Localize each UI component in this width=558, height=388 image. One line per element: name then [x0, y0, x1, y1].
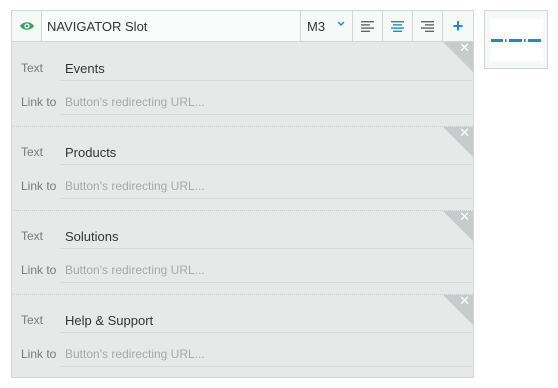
text-field-underline — [60, 332, 472, 333]
align-left-button[interactable] — [353, 11, 383, 41]
visibility-toggle[interactable] — [12, 11, 42, 41]
align-right-button[interactable] — [413, 11, 443, 41]
text-field-label: Text — [21, 61, 44, 75]
align-right-icon — [421, 20, 434, 32]
text-field[interactable]: Help & Support — [65, 313, 153, 328]
text-field[interactable]: Events — [65, 61, 105, 76]
text-field-underline — [60, 80, 472, 81]
nav-item: ✕ Text Products Link to Button's redirec… — [12, 126, 473, 210]
align-center-icon — [391, 20, 404, 32]
link-field-underline — [60, 366, 472, 367]
nav-item: ✕ Text Events Link to Button's redirecti… — [12, 42, 473, 126]
size-select-value: M3 — [307, 18, 326, 34]
align-center-button[interactable] — [383, 11, 413, 41]
link-field-underline — [60, 114, 472, 115]
close-icon[interactable]: ✕ — [459, 295, 470, 309]
link-field-underline — [60, 198, 472, 199]
close-icon[interactable]: ✕ — [459, 42, 470, 56]
link-field[interactable]: Button's redirecting URL... — [65, 263, 205, 277]
text-field-underline — [60, 164, 472, 165]
link-field-label: Link to — [21, 347, 57, 361]
text-field-label: Text — [21, 313, 44, 327]
navigator-slot-panel: NAVIGATOR Slot M3 + ✕ Text Events Link t… — [11, 10, 474, 378]
nav-item: ✕ Text Help & Support Link to Button's r… — [12, 294, 473, 378]
close-icon[interactable]: ✕ — [459, 127, 470, 141]
preview-canvas — [490, 19, 543, 61]
eye-icon — [19, 22, 34, 30]
add-item-button[interactable]: + — [443, 11, 473, 41]
close-icon[interactable]: ✕ — [459, 211, 470, 225]
link-field[interactable]: Button's redirecting URL... — [65, 179, 205, 193]
nav-item: ✕ Text Solutions Link to Button's redire… — [12, 210, 473, 294]
navigator-preview-thumbnail[interactable] — [484, 10, 548, 69]
link-field-label: Link to — [21, 95, 57, 109]
link-field-label: Link to — [21, 179, 57, 193]
text-field-label: Text — [21, 145, 44, 159]
text-field[interactable]: Products — [65, 145, 116, 160]
text-field-label: Text — [21, 229, 44, 243]
slot-title: NAVIGATOR Slot — [42, 11, 301, 41]
link-field-label: Link to — [21, 263, 57, 277]
slot-toolbar: NAVIGATOR Slot M3 + — [12, 11, 473, 42]
navigator-preview-icon — [491, 39, 541, 42]
link-field[interactable]: Button's redirecting URL... — [65, 347, 205, 361]
text-field-underline — [60, 248, 472, 249]
size-select[interactable]: M3 — [301, 11, 353, 41]
text-field[interactable]: Solutions — [65, 229, 118, 244]
chevron-down-icon — [337, 21, 345, 26]
link-field[interactable]: Button's redirecting URL... — [65, 95, 205, 109]
align-left-icon — [361, 20, 374, 32]
link-field-underline — [60, 282, 472, 283]
